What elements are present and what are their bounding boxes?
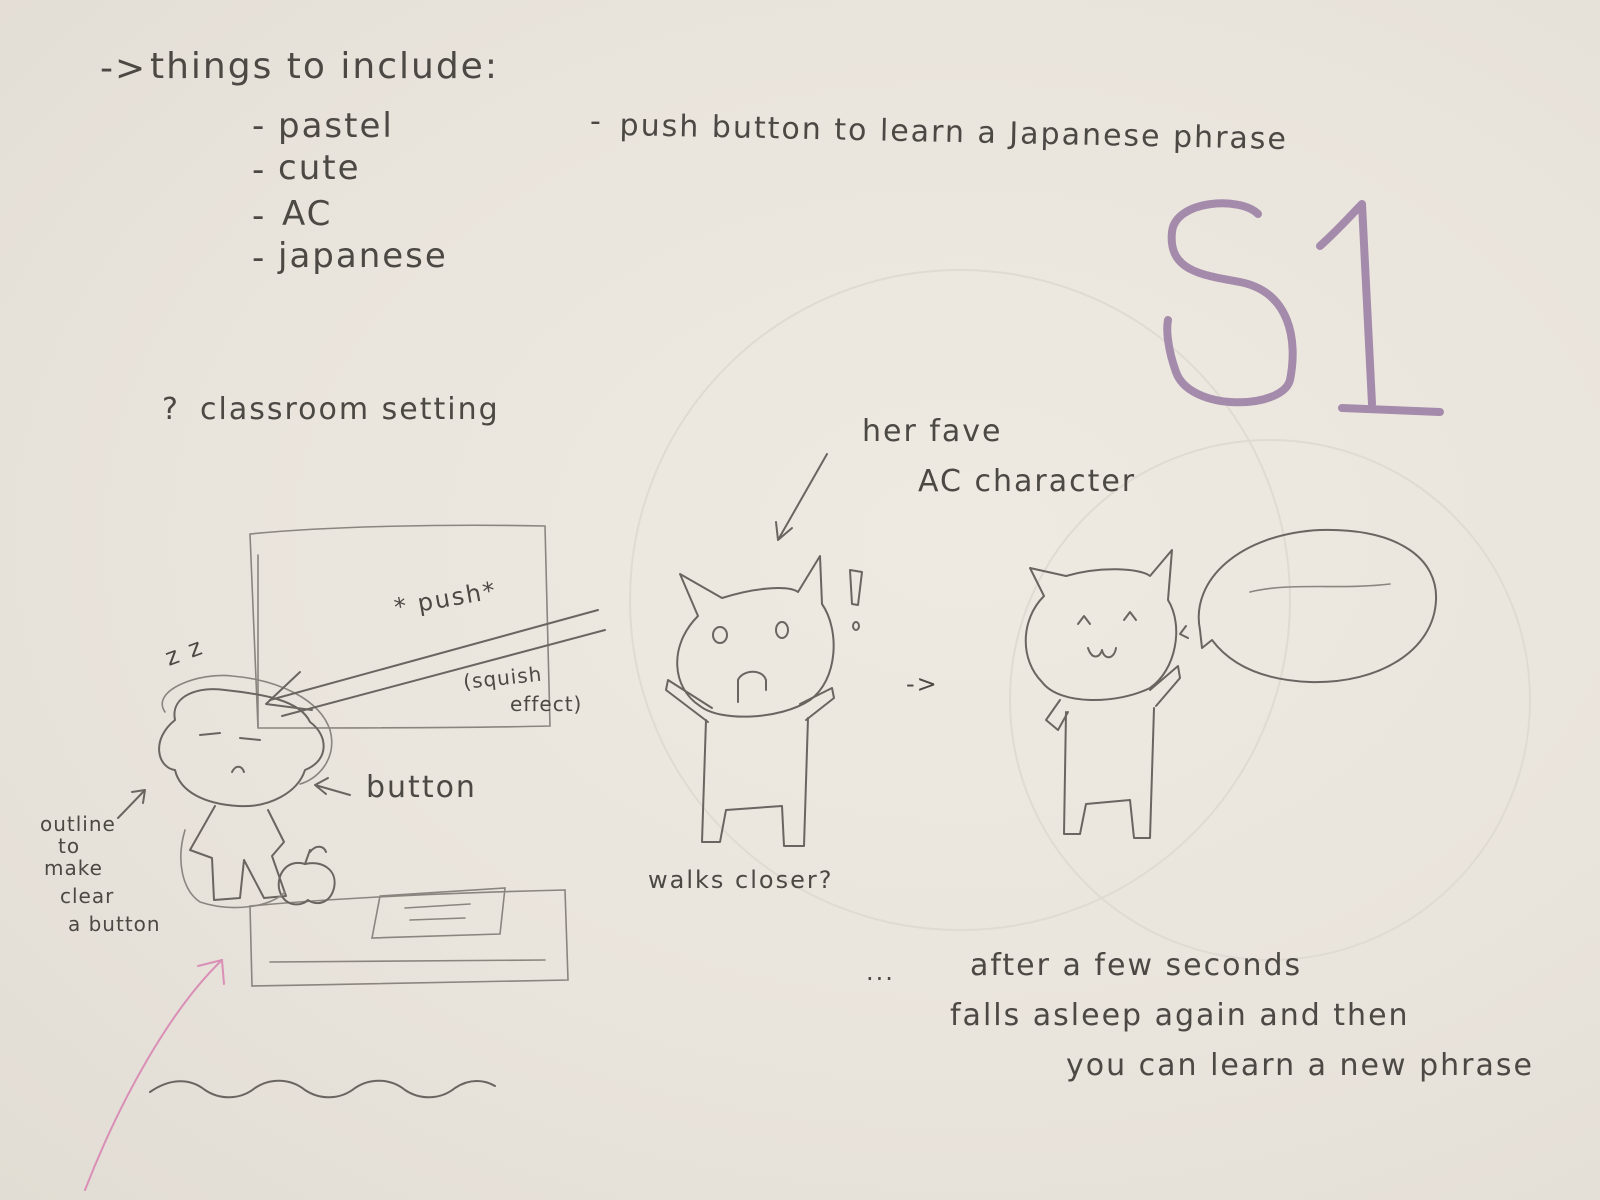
faint-circle: [629, 269, 1291, 931]
outline-note-line: outline: [40, 812, 116, 836]
setting-mark: ?: [162, 392, 180, 427]
chalkboard: [249, 524, 551, 729]
her-fave-line1: her fave: [862, 414, 1003, 449]
header-arrow: ->: [100, 48, 148, 89]
apple: [277, 845, 336, 906]
pink-arrow: [84, 958, 225, 1191]
list-item-pastel: pastel: [278, 106, 394, 146]
desk: [249, 887, 569, 987]
surprised-character: [665, 555, 863, 847]
outline-note-line: a button: [68, 912, 161, 936]
transition-arrow: ->: [906, 670, 939, 698]
wavy-line: [149, 1079, 496, 1099]
header-title: things to include:: [150, 46, 499, 87]
list-item-ac: AC: [282, 194, 333, 234]
after-line3: you can learn a new phrase: [1066, 1048, 1534, 1083]
after-line1: after a few seconds: [970, 948, 1303, 983]
idea-dash: -: [590, 104, 603, 139]
her-fave-line2: AC character: [918, 464, 1137, 499]
squish-line2: effect): [510, 692, 583, 716]
outline-note-line: clear: [60, 884, 115, 908]
list-dash: -: [252, 196, 267, 236]
outline-arrow: [117, 789, 146, 819]
outline-note-line: make: [44, 856, 103, 880]
list-dash: -: [252, 106, 267, 146]
setting-text: classroom setting: [200, 392, 500, 427]
s1-mark: [1163, 199, 1444, 416]
button-label: button: [366, 770, 477, 805]
outline-note-line: to: [58, 834, 81, 858]
list-dash: -: [252, 150, 267, 190]
list-item-cute: cute: [278, 148, 361, 188]
walks-closer: walks closer?: [648, 866, 834, 894]
ellipsis: ...: [866, 958, 895, 986]
speech-bubble: [1197, 528, 1438, 684]
button-arrow: [314, 777, 351, 796]
after-line2: falls asleep again and then: [950, 998, 1410, 1033]
happy-character: [1024, 549, 1189, 839]
fave-arrow: [775, 453, 828, 541]
list-dash: -: [252, 238, 267, 278]
list-item-japanese: japanese: [278, 236, 448, 276]
